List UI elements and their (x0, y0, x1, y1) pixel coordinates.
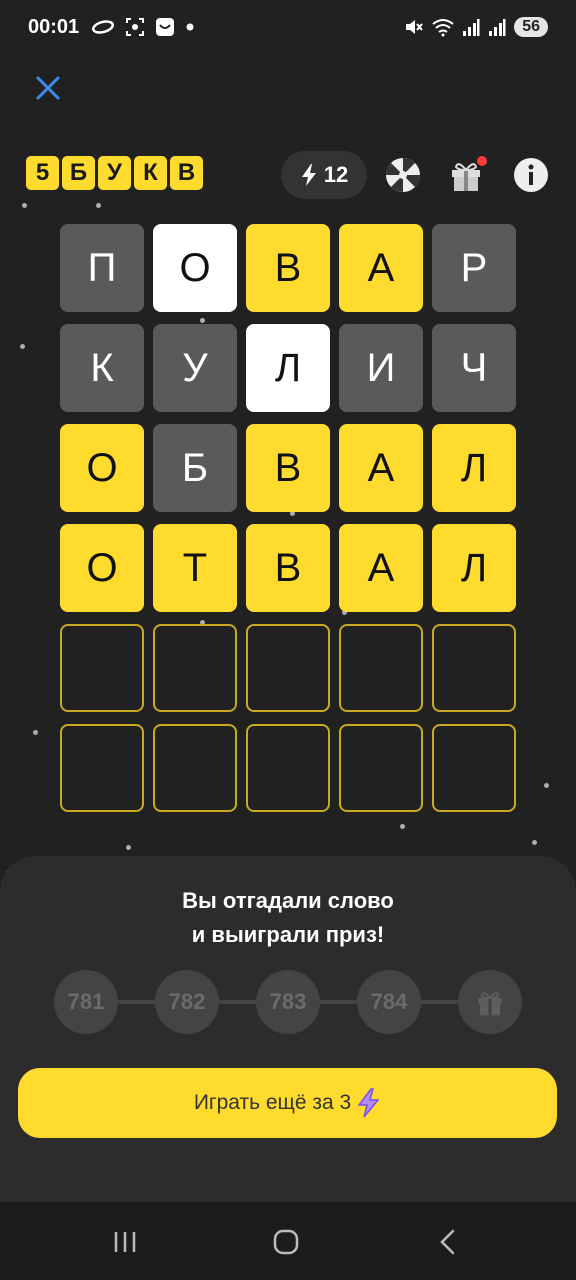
empty-cell (339, 724, 423, 812)
notification-dot (477, 156, 487, 166)
letter-cell: В (246, 524, 330, 612)
result-title-line1: Вы отгадали слово (182, 888, 394, 913)
logo-letter: В (170, 156, 203, 190)
screenshot-icon (126, 18, 145, 36)
info-icon (514, 158, 548, 192)
back-icon (440, 1229, 455, 1255)
letter-cell: А (339, 224, 423, 312)
letter-cell: П (60, 224, 144, 312)
lightning-icon (301, 164, 316, 186)
system-navbar (0, 1202, 576, 1280)
wifi-icon (432, 19, 454, 37)
logo-letter: У (98, 156, 131, 190)
reward-progress: 781 782 783 784 (54, 970, 522, 1034)
logo-letter: Б (62, 156, 95, 190)
close-icon (36, 76, 60, 100)
empty-cell (339, 624, 423, 712)
snow-particle (400, 824, 405, 829)
letter-cell: А (339, 424, 423, 512)
snow-particle (22, 203, 27, 208)
snow-particle (96, 203, 101, 208)
letter-cell: К (60, 324, 144, 412)
progress-node: 782 (155, 970, 219, 1034)
letter-cell: В (246, 224, 330, 312)
letter-cell: Р (432, 224, 516, 312)
wheel-icon (386, 158, 420, 192)
progress-connector (219, 1000, 256, 1004)
snow-particle (544, 783, 549, 788)
letter-cell: О (153, 224, 237, 312)
letter-cell: В (246, 424, 330, 512)
cloud-icon (92, 20, 115, 34)
snow-particle (532, 840, 537, 845)
signal-icon (489, 19, 506, 36)
play-again-button[interactable]: Играть ещё за 3 (18, 1068, 557, 1138)
empty-cell (246, 724, 330, 812)
snow-particle (20, 344, 25, 349)
empty-cell (432, 724, 516, 812)
status-time: 00:01 (28, 15, 80, 38)
progress-connector (118, 1000, 155, 1004)
letter-cell: Л (246, 324, 330, 412)
recents-icon (114, 1232, 136, 1252)
signal-icon (463, 19, 480, 36)
empty-cell (246, 624, 330, 712)
letter-cell: Л (432, 424, 516, 512)
game-board: ПОВАРКУЛИЧОБВАЛОТВАЛ (60, 224, 516, 812)
wheel-button[interactable] (382, 154, 424, 196)
home-icon (273, 1229, 299, 1255)
shop-icon (156, 18, 175, 36)
letter-cell: Т (153, 524, 237, 612)
play-again-label: Играть ещё за 3 (193, 1091, 352, 1114)
battery-indicator: 56 (514, 17, 548, 37)
letter-cell: О (60, 424, 144, 512)
logo-letter: К (134, 156, 167, 190)
lightning-icon (357, 1088, 380, 1118)
gift-icon (478, 992, 502, 1016)
energy-count: 12 (323, 162, 349, 187)
progress-node: 781 (54, 970, 118, 1034)
energy-counter[interactable]: 12 (281, 151, 367, 199)
letter-cell: И (339, 324, 423, 412)
logo-letter: 5 (26, 156, 59, 190)
progress-gift-node (458, 970, 522, 1034)
letter-cell: У (153, 324, 237, 412)
status-bar: 00:01 56 (0, 0, 576, 54)
result-title-line2: и выиграли приз! (191, 922, 385, 947)
snow-particle (33, 730, 38, 735)
progress-node: 783 (256, 970, 320, 1034)
home-button[interactable] (266, 1222, 306, 1262)
mute-icon (406, 20, 423, 34)
empty-cell (432, 624, 516, 712)
recents-button[interactable] (105, 1222, 145, 1262)
letter-cell: Б (153, 424, 237, 512)
letter-cell: А (339, 524, 423, 612)
empty-cell (60, 624, 144, 712)
progress-connector (421, 1000, 458, 1004)
info-button[interactable] (510, 154, 552, 196)
progress-node: 784 (357, 970, 421, 1034)
letter-cell: Ч (432, 324, 516, 412)
empty-cell (153, 624, 237, 712)
gift-button[interactable] (445, 154, 487, 196)
dot-icon (186, 23, 194, 31)
result-title: Вы отгадали слово и выиграли приз! (0, 884, 576, 952)
letter-cell: О (60, 524, 144, 612)
back-button[interactable] (428, 1222, 468, 1262)
close-button[interactable] (30, 70, 66, 106)
letter-cell: Л (432, 524, 516, 612)
progress-connector (320, 1000, 357, 1004)
empty-cell (60, 724, 144, 812)
logo: 5 Б У К В (26, 156, 203, 190)
empty-cell (153, 724, 237, 812)
snow-particle (126, 845, 131, 850)
result-sheet: Вы отгадали слово и выиграли приз! 781 7… (0, 856, 576, 1202)
